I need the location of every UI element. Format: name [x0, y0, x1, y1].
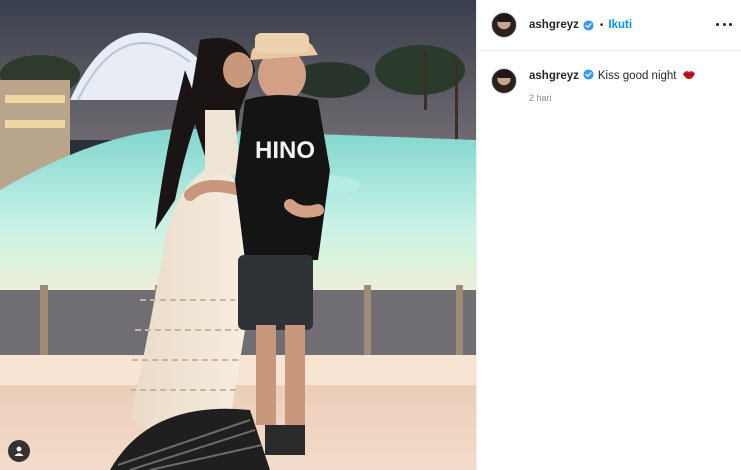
post-sidebar: ashgreyz • Ikuti ashgreyz Kiss good night: [476, 0, 741, 470]
timestamp[interactable]: 2 hari: [529, 93, 696, 103]
verified-badge-icon: [583, 69, 594, 80]
more-options-icon[interactable]: [716, 16, 732, 32]
comment-body: ashgreyz Kiss good night 2 hari: [529, 68, 696, 103]
verified-badge-icon: [583, 19, 594, 31]
avatar[interactable]: [491, 68, 517, 94]
username-link[interactable]: ashgreyz: [529, 19, 579, 31]
avatar[interactable]: [491, 12, 517, 38]
follow-button[interactable]: Ikuti: [608, 19, 632, 31]
username-link[interactable]: ashgreyz: [529, 70, 579, 82]
tagged-user-icon[interactable]: [8, 440, 30, 462]
caption-line: ashgreyz Kiss good night: [529, 68, 696, 84]
separator-dot: •: [599, 19, 604, 31]
svg-text:HINO: HINO: [255, 137, 315, 164]
caption-comment: ashgreyz Kiss good night 2 hari: [491, 68, 731, 103]
lips-kiss-icon: [682, 71, 695, 80]
post-dialog: HINO ashgreyz • Ikuti ashgreyz Kiss good…: [0, 0, 741, 470]
photo-illustration: HINO: [0, 0, 476, 470]
post-photo[interactable]: HINO: [0, 0, 476, 470]
caption-text: Kiss good night: [597, 70, 677, 82]
post-header: ashgreyz • Ikuti: [477, 0, 741, 51]
